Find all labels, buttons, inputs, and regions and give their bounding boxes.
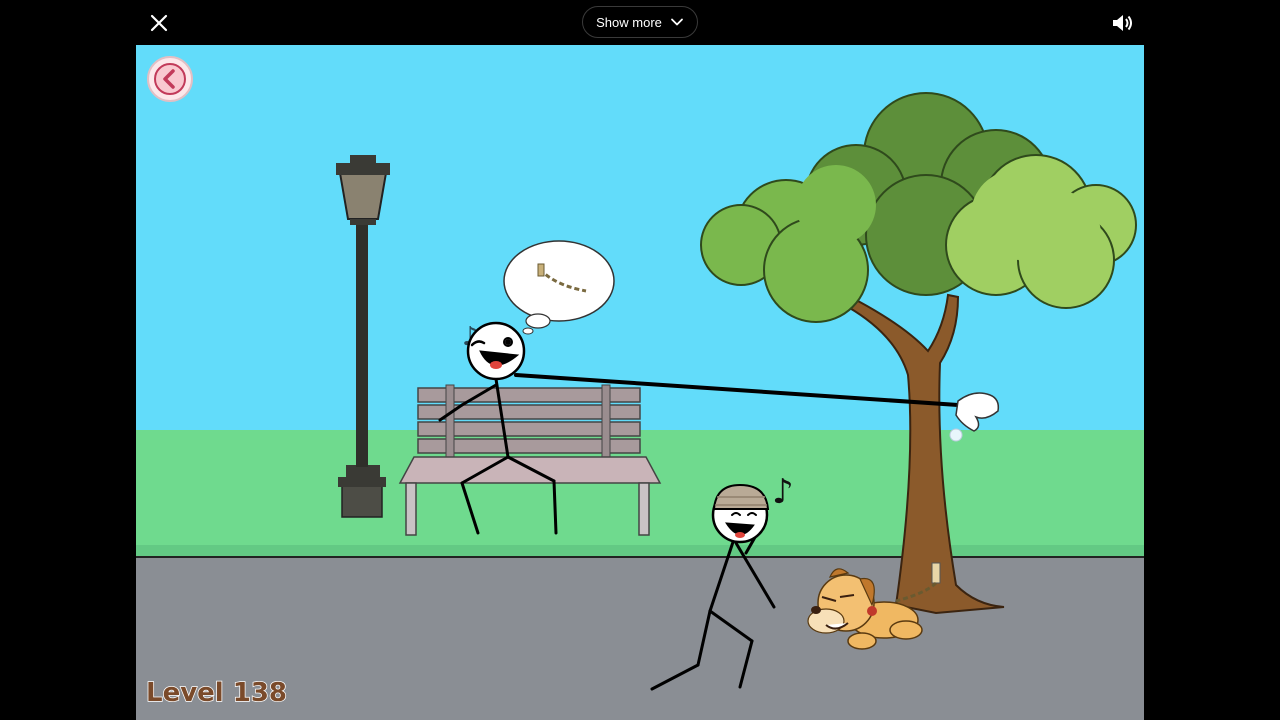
- back-button[interactable]: [147, 56, 193, 102]
- park-scene: ♪ ♪: [136, 45, 1144, 720]
- road: [136, 557, 1144, 720]
- volume-icon: [1113, 15, 1132, 31]
- top-bar: Show more: [0, 0, 1280, 45]
- level-indicator: Level 138: [145, 677, 288, 709]
- show-more-label: Show more: [596, 14, 662, 30]
- game-canvas[interactable]: ♪ ♪ Level 138: [136, 45, 1144, 720]
- back-arrow-icon: [154, 63, 186, 95]
- close-icon: [150, 14, 168, 32]
- show-more-button[interactable]: Show more: [582, 6, 698, 38]
- close-button[interactable]: [146, 10, 172, 36]
- volume-button[interactable]: [1110, 10, 1136, 36]
- chevron-down-icon: [670, 18, 683, 26]
- music-note-icon: ♪: [772, 472, 794, 512]
